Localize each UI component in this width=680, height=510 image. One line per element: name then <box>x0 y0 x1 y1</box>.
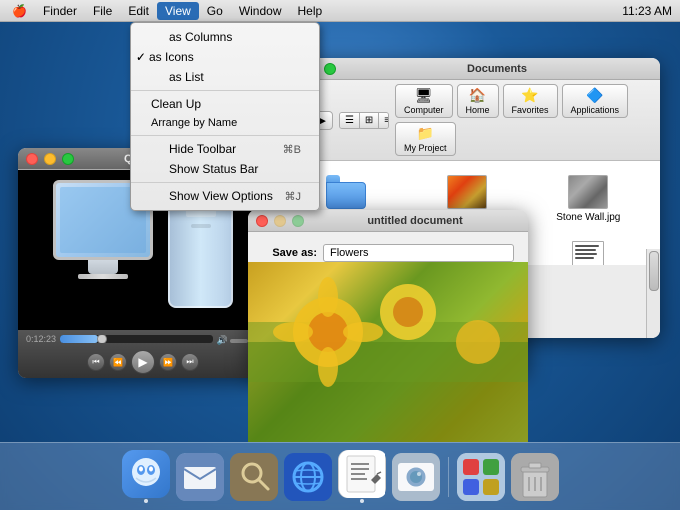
edit-menu[interactable]: Edit <box>120 2 157 20</box>
apple-menu[interactable]: 🍎 <box>4 2 35 20</box>
view-menu[interactable]: View <box>157 2 199 20</box>
qt-progress-fill <box>60 335 98 343</box>
save-dialog-minimize[interactable] <box>274 215 286 227</box>
dock-detective[interactable] <box>230 453 278 501</box>
dock <box>0 442 680 510</box>
save-dialog-titlebar[interactable]: untitled document <box>248 210 528 232</box>
quicktime-controls: 0:12:23 🔊 ⏮ ⏪ ▶ ⏩ ⏭ <box>18 330 268 378</box>
menu-item-hide-toolbar[interactable]: Hide Toolbar ⌘B <box>131 139 319 159</box>
file-item-readme[interactable]: Read me <box>533 237 644 265</box>
menu-item-show-status-bar[interactable]: Show Status Bar <box>131 159 319 179</box>
qt-maximize-button[interactable] <box>62 153 74 165</box>
finder-menu[interactable]: Finder <box>35 2 85 20</box>
save-dialog-title: untitled document <box>310 215 520 227</box>
home-button[interactable]: 🏠 Home <box>457 84 499 118</box>
qt-close-button[interactable] <box>26 153 38 165</box>
menu-item-as-columns[interactable]: as Columns <box>131 27 319 47</box>
dock-textedit-dot <box>360 499 364 503</box>
favorites-button[interactable]: ⭐ Favorites <box>503 84 558 118</box>
maximize-button[interactable] <box>324 63 336 75</box>
go-menu[interactable]: Go <box>199 2 231 20</box>
view-btn-1[interactable]: ☰ <box>340 113 360 128</box>
menu-separator-2 <box>131 135 319 136</box>
menubar: 🍎 Finder File Edit View Go Window Help 1… <box>0 0 680 22</box>
documents-scrollbar[interactable] <box>646 249 660 338</box>
view-toggle: ☰ ⊞ ≡ <box>339 112 389 129</box>
scrollbar-thumb[interactable] <box>649 251 659 291</box>
menu-item-as-icons[interactable]: ✓ as Icons <box>131 47 319 67</box>
dock-iphoto[interactable] <box>392 453 440 501</box>
view-dropdown: as Columns ✓ as Icons as List Clean Up A… <box>130 22 320 211</box>
window-menu[interactable]: Window <box>231 2 290 20</box>
qt-minimize-button[interactable] <box>44 153 56 165</box>
dock-finder-dot <box>144 499 148 503</box>
help-menu[interactable]: Help <box>290 2 331 20</box>
qt-time: 0:12:23 <box>26 334 56 344</box>
dock-mail[interactable] <box>176 453 224 501</box>
qt-rewind-button[interactable]: ⏪ <box>109 353 127 371</box>
qt-skip-forward-button[interactable]: ⏭ <box>181 353 199 371</box>
computer-button[interactable]: 🖥 Computer <box>395 84 453 118</box>
file-item-stone[interactable]: Stone Wall.jpg <box>533 171 644 227</box>
menu-separator-1 <box>131 90 319 91</box>
clock: 11:23 AM <box>622 4 672 18</box>
dock-separator <box>448 457 449 497</box>
qt-progress-bar[interactable] <box>60 335 213 343</box>
save-as-label: Save as: <box>262 247 317 259</box>
flower-svg <box>248 262 528 442</box>
menu-item-cleanup[interactable]: Clean Up Arrange by Name <box>131 94 319 132</box>
save-as-row: Save as: <box>262 244 514 262</box>
view-btn-3[interactable]: ≡ <box>379 113 389 128</box>
qt-scrubber[interactable] <box>97 335 107 343</box>
qt-fast-forward-button[interactable]: ⏩ <box>159 353 177 371</box>
qt-skip-back-button[interactable]: ⏮ <box>87 353 105 371</box>
dock-trash[interactable] <box>511 453 559 501</box>
dock-system-prefs[interactable] <box>457 453 505 501</box>
save-dialog-maximize[interactable] <box>292 215 304 227</box>
file-menu[interactable]: File <box>85 2 120 20</box>
dock-finder[interactable] <box>122 450 170 503</box>
save-as-input[interactable] <box>323 244 514 262</box>
menu-separator-3 <box>131 182 319 183</box>
qt-play-button[interactable]: ▶ <box>131 350 155 374</box>
save-dialog-close[interactable] <box>256 215 268 227</box>
dock-ie[interactable] <box>284 453 332 501</box>
documents-toolbar: ◀ ▶ ☰ ⊞ ≡ 🖥 Computer 🏠 Home ⭐ Fav <box>280 80 660 161</box>
applications-button[interactable]: 🔷 Applications <box>562 84 629 118</box>
myproject-button[interactable]: 📁 My Project <box>395 122 456 156</box>
menu-item-as-list[interactable]: as List <box>131 67 319 87</box>
desktop: 🍎 Finder File Edit View Go Window Help 1… <box>0 0 680 510</box>
flower-background <box>248 262 528 442</box>
documents-titlebar[interactable]: Documents <box>280 58 660 80</box>
documents-title: Documents <box>342 63 652 75</box>
qt-playback-buttons: ⏮ ⏪ ▶ ⏩ ⏭ <box>26 350 260 374</box>
view-btn-2[interactable]: ⊞ <box>360 113 379 128</box>
toolbar-icons: 🖥 Computer 🏠 Home ⭐ Favorites 🔷 Applicat… <box>395 84 654 156</box>
dock-textedit[interactable] <box>338 450 386 503</box>
menu-item-show-view-options[interactable]: Show View Options ⌘J <box>131 186 319 206</box>
